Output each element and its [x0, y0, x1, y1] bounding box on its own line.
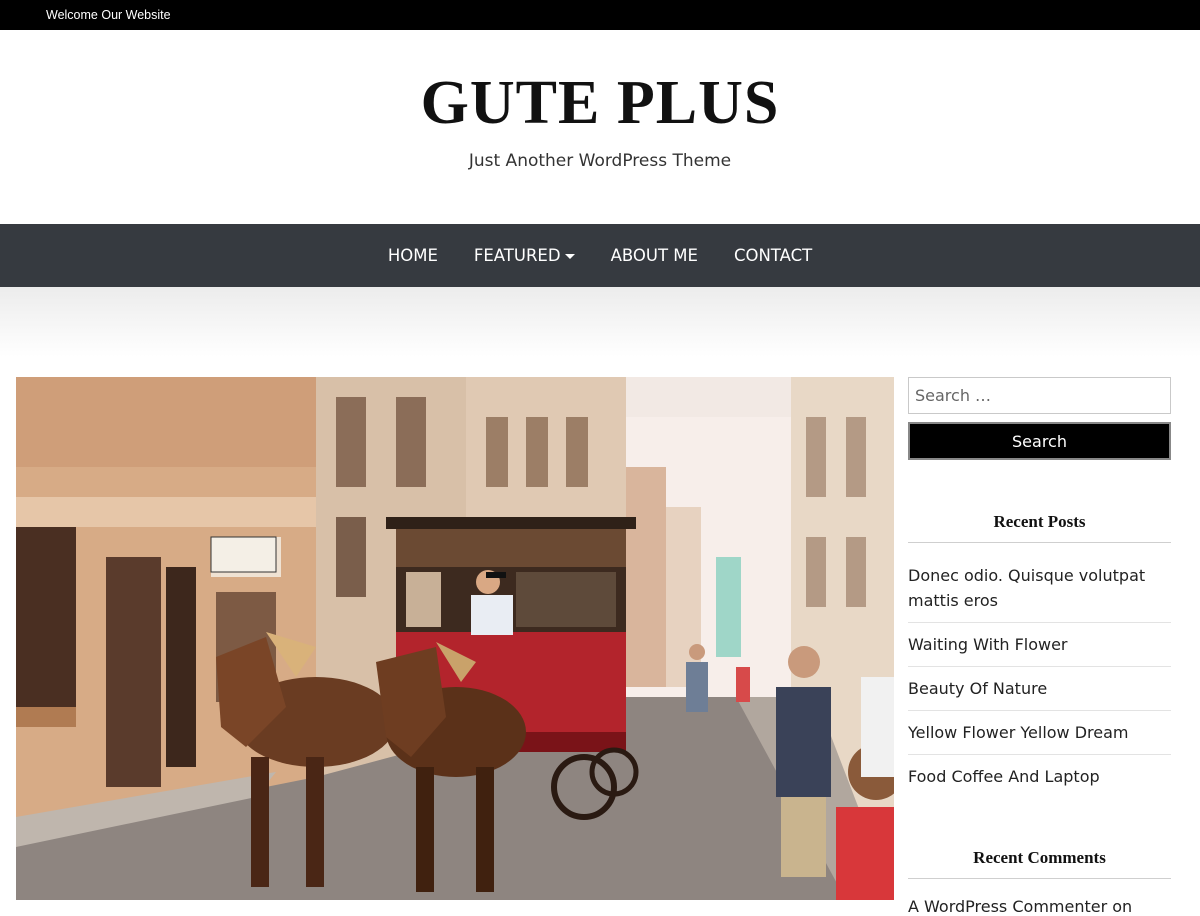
recent-post-link[interactable]: Yellow Flower Yellow Dream	[908, 711, 1171, 755]
featured-post-image[interactable]	[16, 377, 894, 900]
nav-item-featured[interactable]: FEATURED	[456, 224, 593, 287]
nav-item-label: CONTACT	[733, 246, 813, 265]
top-bar: Welcome Our Website	[0, 0, 1200, 30]
welcome-text: Welcome Our Website	[46, 8, 171, 22]
recent-posts-list: Donec odio. Quisque volutpat mattis eros…	[908, 543, 1171, 798]
search-input[interactable]	[908, 377, 1171, 414]
nav-item-home[interactable]: HOME	[370, 224, 456, 287]
site-tagline: Just Another WordPress Theme	[468, 151, 732, 171]
recent-post-link[interactable]: Waiting With Flower	[908, 623, 1171, 667]
header-shadow-band	[0, 287, 1200, 357]
site-title[interactable]: GUTE PLUS	[0, 68, 1200, 138]
nav-item-about-me[interactable]: ABOUT ME	[593, 224, 716, 287]
caret-down-icon	[564, 253, 575, 259]
recent-post-link[interactable]: Donec odio. Quisque volutpat mattis eros	[908, 543, 1171, 623]
nav-item-label: ABOUT ME	[610, 246, 698, 265]
sidebar: Search Recent Posts Donec odio. Quisque …	[908, 377, 1171, 916]
recent-comments-widget: Recent Comments A WordPress Commenter on	[908, 848, 1171, 916]
recent-posts-widget: Recent Posts Donec odio. Quisque volutpa…	[908, 512, 1171, 798]
nav-item-label: FEATURED	[473, 246, 561, 265]
recent-comments-title: Recent Comments	[908, 848, 1171, 879]
search-button[interactable]: Search	[908, 422, 1171, 460]
recent-post-link[interactable]: Beauty Of Nature	[908, 667, 1171, 711]
site-header: GUTE PLUS Just Another WordPress Theme	[0, 30, 1200, 224]
recent-post-link[interactable]: Food Coffee And Laptop	[908, 755, 1171, 798]
recent-posts-title: Recent Posts	[908, 512, 1171, 543]
nav-item-contact[interactable]: CONTACT	[716, 224, 830, 287]
nav-item-label: HOME	[387, 246, 438, 265]
recent-comment-link[interactable]: A WordPress Commenter on	[908, 879, 1171, 916]
street-carriage-photo	[16, 377, 894, 900]
main-navigation: HOME FEATURED ABOUT ME CONTACT	[0, 224, 1200, 287]
